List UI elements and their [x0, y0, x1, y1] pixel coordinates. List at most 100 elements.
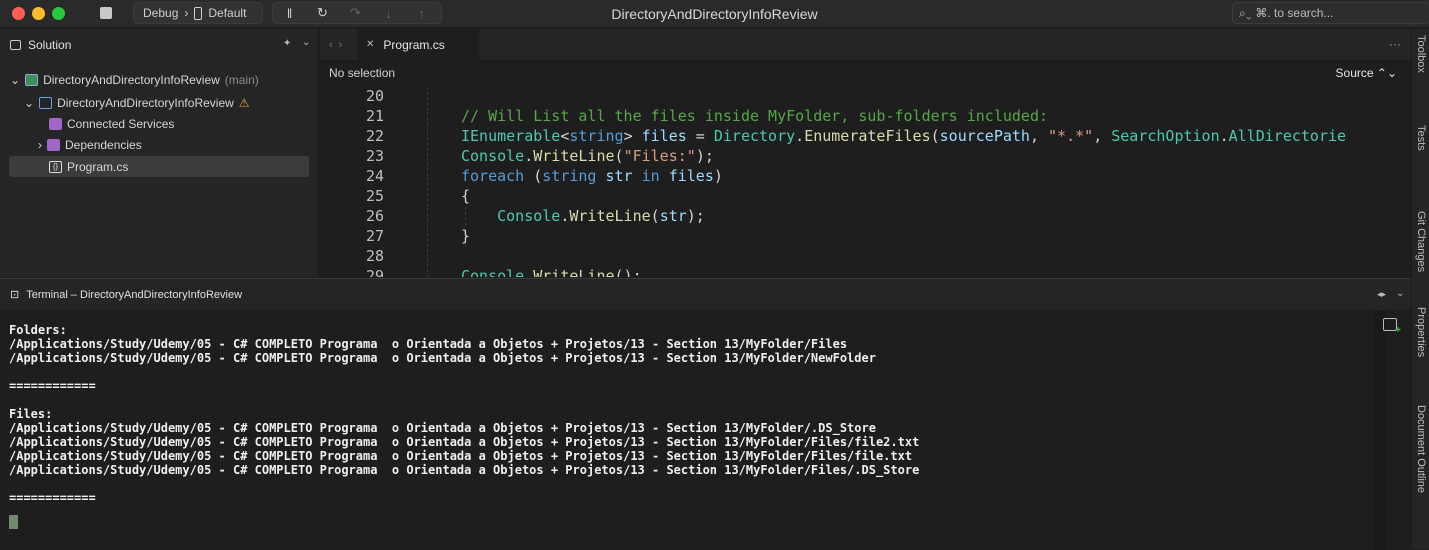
- tree-item-label: Dependencies: [65, 137, 142, 152]
- code-token: in: [641, 167, 660, 185]
- connected-services-icon: [49, 117, 62, 130]
- code-token: (: [930, 127, 940, 145]
- code-token: Console: [497, 207, 561, 225]
- code-token: files: [641, 127, 687, 145]
- code-token: .: [1219, 127, 1229, 145]
- code-text[interactable]: {: [461, 187, 470, 205]
- solution-pad-icon: [10, 40, 21, 50]
- line-number: 25: [365, 187, 384, 205]
- solution-pad-header: Solution ✦ ⌄: [0, 29, 318, 61]
- expand-chevron-icon[interactable]: ⌄: [24, 96, 34, 110]
- new-terminal-icon[interactable]: [1383, 318, 1401, 336]
- code-token: WriteLine: [569, 207, 651, 225]
- code-token: );: [695, 147, 714, 165]
- tree-item-project[interactable]: ⌄ DirectoryAndDirectoryInfoReview ⚠: [24, 92, 250, 113]
- code-token: Directory: [713, 127, 796, 145]
- more-options-icon[interactable]: ···: [1389, 37, 1401, 51]
- pin-icon[interactable]: ◂▸: [1377, 289, 1386, 300]
- code-text[interactable]: Console.WriteLine("Files:");: [461, 147, 714, 165]
- code-text[interactable]: IEnumerable<string> files = Directory.En…: [461, 127, 1346, 145]
- terminal-output[interactable]: Folders: /Applications/Study/Udemy/05 - …: [9, 323, 919, 505]
- tree-item-connected-services[interactable]: Connected Services: [49, 113, 174, 134]
- code-token: str: [659, 207, 687, 225]
- line-number: 29: [365, 267, 384, 277]
- code-token: str: [605, 167, 633, 185]
- terminal-title: Terminal – DirectoryAndDirectoryInfoRevi…: [26, 288, 243, 301]
- code-token: ,: [1029, 127, 1049, 145]
- close-tab-icon[interactable]: ✕: [366, 39, 374, 50]
- pad-document-outline[interactable]: Document Outline: [1415, 405, 1427, 493]
- editor-path-bar: No selection Source ⌃⌄: [320, 61, 1411, 85]
- chevron-down-icon[interactable]: ⌄: [302, 37, 310, 48]
- code-token: .: [524, 147, 534, 165]
- pad-git-changes[interactable]: Git Changes: [1415, 211, 1427, 272]
- line-number: 26: [365, 207, 384, 225]
- code-token: );: [686, 207, 705, 225]
- tree-item-solution[interactable]: ⌄ DirectoryAndDirectoryInfoReview (main): [10, 69, 259, 90]
- code-token: Console: [461, 267, 525, 277]
- code-text[interactable]: foreach (string str in files): [461, 167, 723, 185]
- code-token: ,: [1093, 127, 1112, 145]
- breadcrumb[interactable]: No selection: [329, 66, 395, 80]
- pad-toolbox[interactable]: Toolbox: [1415, 35, 1427, 73]
- tree-item-label: Connected Services: [67, 116, 175, 131]
- csharp-file-icon: {}: [49, 160, 62, 173]
- code-token: (: [614, 147, 624, 165]
- terminal-scrollbar[interactable]: [1374, 310, 1386, 550]
- chevron-down-icon[interactable]: ⌄: [1396, 288, 1404, 299]
- line-number: 27: [365, 227, 384, 245]
- window-title: DirectoryAndDirectoryInfoReview: [611, 6, 818, 22]
- project-icon: [39, 96, 53, 109]
- tree-item-program-cs[interactable]: {} Program.cs: [9, 156, 309, 177]
- code-token: (: [524, 167, 543, 185]
- solution-pad: Solution ✦ ⌄ ⌄ DirectoryAndDirectoryInfo…: [0, 29, 319, 277]
- line-number: 20: [365, 87, 384, 105]
- code-text[interactable]: Console.WriteLine(str);: [461, 207, 705, 225]
- code-token: {: [461, 187, 471, 205]
- code-token: ): [713, 167, 723, 185]
- editor-tab-bar: ‹› ✕ Program.cs ···: [320, 28, 1411, 61]
- tab-label: Program.cs: [383, 37, 445, 52]
- right-pad-bar: Toolbox Tests Git Changes Properties Doc…: [1411, 29, 1429, 549]
- dependencies-icon: [47, 138, 60, 151]
- code-token: ();: [614, 267, 642, 277]
- solution-pad-title: Solution: [28, 38, 72, 52]
- tree-item-label: DirectoryAndDirectoryInfoReview: [43, 72, 220, 87]
- line-number: 24: [365, 167, 384, 185]
- code-token: // Will List all the files inside MyFold…: [461, 107, 1048, 125]
- code-token: WriteLine: [533, 267, 615, 277]
- tree-item-dependencies[interactable]: › Dependencies: [38, 134, 142, 155]
- expand-chevron-icon[interactable]: ⌄: [10, 73, 20, 87]
- code-area[interactable]: 20 21 // Will List all the files inside My…: [320, 87, 1411, 277]
- tab-navigation-arrows[interactable]: ‹›: [320, 39, 358, 51]
- expand-chevron-icon[interactable]: ›: [38, 138, 42, 152]
- tree-item-label: DirectoryAndDirectoryInfoReview: [57, 95, 234, 110]
- code-token: AllDirectorie: [1228, 127, 1347, 145]
- pin-icon[interactable]: ✦: [283, 38, 291, 49]
- code-text[interactable]: // Will List all the files inside MyFold…: [461, 107, 1048, 125]
- pad-properties[interactable]: Properties: [1415, 307, 1427, 357]
- code-token: WriteLine: [533, 147, 615, 165]
- warning-icon: ⚠: [238, 95, 250, 110]
- code-editor: ‹› ✕ Program.cs ··· No selection Source …: [320, 28, 1411, 277]
- code-text[interactable]: Console.WriteLine();: [461, 267, 642, 277]
- code-token: "Files:": [623, 147, 696, 165]
- code-text[interactable]: }: [461, 227, 470, 245]
- source-view-selector[interactable]: Source ⌃⌄: [1336, 66, 1397, 80]
- code-token: IEnumerable: [461, 127, 561, 145]
- tab-program-cs[interactable]: ✕ Program.cs: [358, 28, 479, 61]
- code-token: string: [569, 127, 624, 145]
- code-token: EnumerateFiles: [804, 127, 931, 145]
- code-token: "*.*": [1048, 127, 1094, 145]
- pad-tests[interactable]: Tests: [1415, 125, 1427, 151]
- code-token: string: [542, 167, 597, 185]
- code-token: SearchOption: [1111, 127, 1220, 145]
- search-field[interactable]: ⌕⌄ ⌘. to search...: [1232, 2, 1429, 24]
- terminal-cursor: [9, 515, 18, 529]
- indent-guide: [427, 87, 428, 277]
- code-token: sourcePath: [939, 127, 1030, 145]
